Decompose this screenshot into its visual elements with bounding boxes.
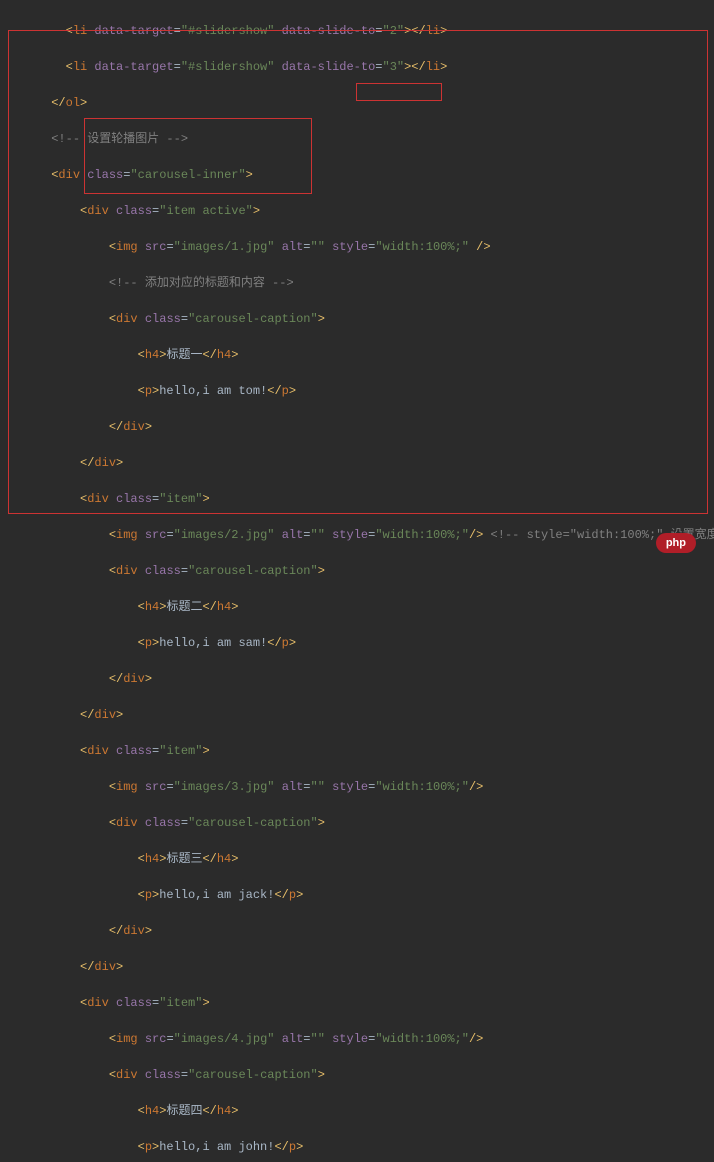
code-line[interactable]: <img src="images/4.jpg" alt="" style="wi…: [8, 1030, 706, 1048]
code-line[interactable]: <p>hello,i am sam!</p>: [8, 634, 706, 652]
code-line[interactable]: <h4>标题一</h4>: [8, 346, 706, 364]
code-line[interactable]: <p>hello,i am john!</p>: [8, 1138, 706, 1156]
code-line[interactable]: <div class="carousel-inner">: [8, 166, 706, 184]
code-line[interactable]: <div class="item active">: [8, 202, 706, 220]
code-line[interactable]: <p>hello,i am tom!</p>: [8, 382, 706, 400]
code-line[interactable]: <img src="images/3.jpg" alt="" style="wi…: [8, 778, 706, 796]
code-line[interactable]: <img src="images/2.jpg" alt="" style="wi…: [8, 526, 706, 544]
code-line[interactable]: <h4>标题二</h4>: [8, 598, 706, 616]
code-line[interactable]: </div>: [8, 670, 706, 688]
code-line[interactable]: <div class="carousel-caption">: [8, 562, 706, 580]
code-line[interactable]: <p>hello,i am jack!</p>: [8, 886, 706, 904]
code-line[interactable]: <div class="carousel-caption">: [8, 814, 706, 832]
code-line[interactable]: <div class="item">: [8, 490, 706, 508]
code-editor[interactable]: <li data-target="#slidershow" data-slide…: [0, 0, 714, 1162]
code-line[interactable]: <li data-target="#slidershow" data-slide…: [8, 22, 706, 40]
code-line[interactable]: </div>: [8, 418, 706, 436]
code-line[interactable]: </div>: [8, 706, 706, 724]
code-line[interactable]: <div class="carousel-caption">: [8, 310, 706, 328]
code-line[interactable]: <h4>标题三</h4>: [8, 850, 706, 868]
code-line[interactable]: </div>: [8, 958, 706, 976]
code-line[interactable]: <div class="carousel-caption">: [8, 1066, 706, 1084]
code-line[interactable]: <h4>标题四</h4>: [8, 1102, 706, 1120]
code-line[interactable]: <!-- 添加对应的标题和内容 -->: [8, 274, 706, 292]
watermark-badge: php: [656, 533, 696, 554]
code-line[interactable]: </div>: [8, 454, 706, 472]
code-line[interactable]: <div class="item">: [8, 742, 706, 760]
code-line[interactable]: <img src="images/1.jpg" alt="" style="wi…: [8, 238, 706, 256]
code-line[interactable]: </div>: [8, 922, 706, 940]
code-line[interactable]: </ol>: [8, 94, 706, 112]
code-line[interactable]: <div class="item">: [8, 994, 706, 1012]
code-line[interactable]: <li data-target="#slidershow" data-slide…: [8, 58, 706, 76]
code-line[interactable]: <!-- 设置轮播图片 -->: [8, 130, 706, 148]
